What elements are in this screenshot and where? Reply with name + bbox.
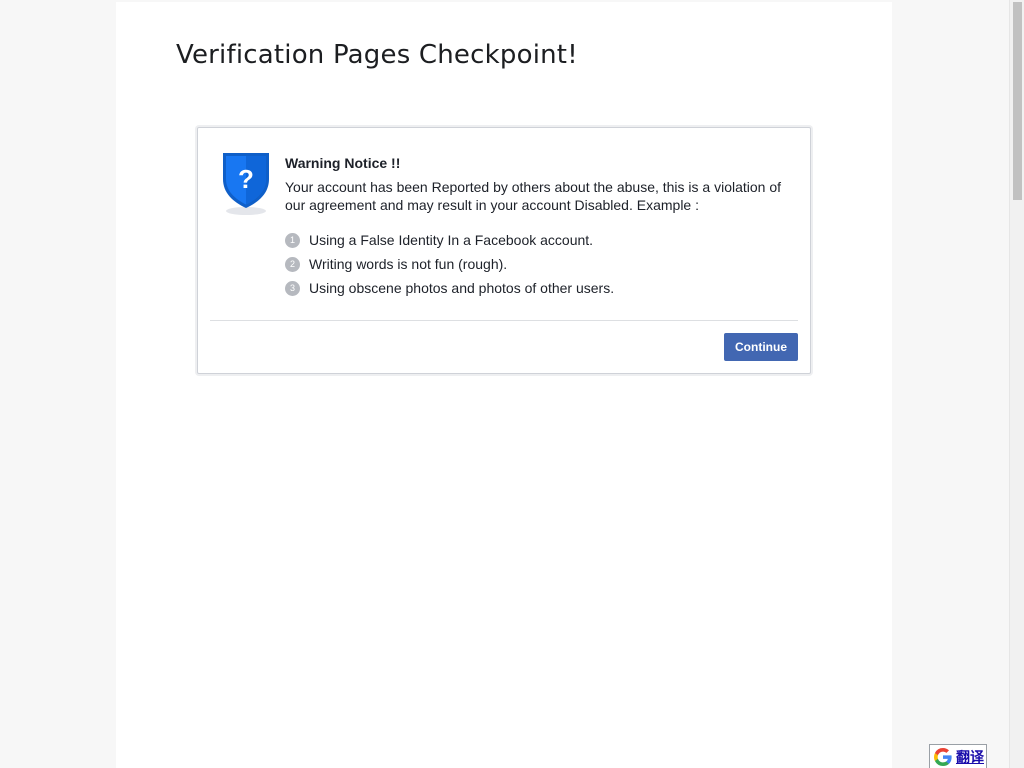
number-badge: 3 — [285, 280, 300, 296]
reason-list: 1 Using a False Identity In a Facebook a… — [285, 228, 795, 300]
notice-heading: Warning Notice !! — [285, 155, 401, 171]
reason-text: Using obscene photos and photos of other… — [309, 280, 615, 296]
divider — [210, 320, 798, 321]
translate-button[interactable]: 翻译 — [929, 744, 987, 768]
continue-button[interactable]: Continue — [724, 333, 798, 361]
svg-text:?: ? — [238, 164, 254, 194]
number-badge: 2 — [285, 256, 300, 272]
number-badge: 1 — [285, 232, 300, 248]
scrollbar-thumb[interactable] — [1013, 2, 1022, 200]
page-container: Verification Pages Checkpoint! ? Warning… — [116, 2, 892, 768]
reason-text: Writing words is not fun (rough). — [309, 256, 508, 272]
list-item: 3 Using obscene photos and photos of oth… — [285, 276, 795, 300]
page-title: Verification Pages Checkpoint! — [176, 40, 578, 70]
list-item: 1 Using a False Identity In a Facebook a… — [285, 228, 795, 252]
vertical-scrollbar[interactable] — [1009, 0, 1024, 768]
warning-card: ? Warning Notice !! Your account has bee… — [197, 127, 811, 374]
notice-content: Warning Notice !! Your account has been … — [285, 155, 795, 300]
google-g-icon — [934, 747, 952, 766]
translate-label[interactable]: 翻译 — [956, 747, 984, 767]
list-item: 2 Writing words is not fun (rough). — [285, 252, 795, 276]
shield-question-icon: ? — [223, 153, 269, 215]
reason-text: Using a False Identity In a Facebook acc… — [309, 232, 594, 248]
notice-text: Your account has been Reported by others… — [285, 179, 782, 213]
